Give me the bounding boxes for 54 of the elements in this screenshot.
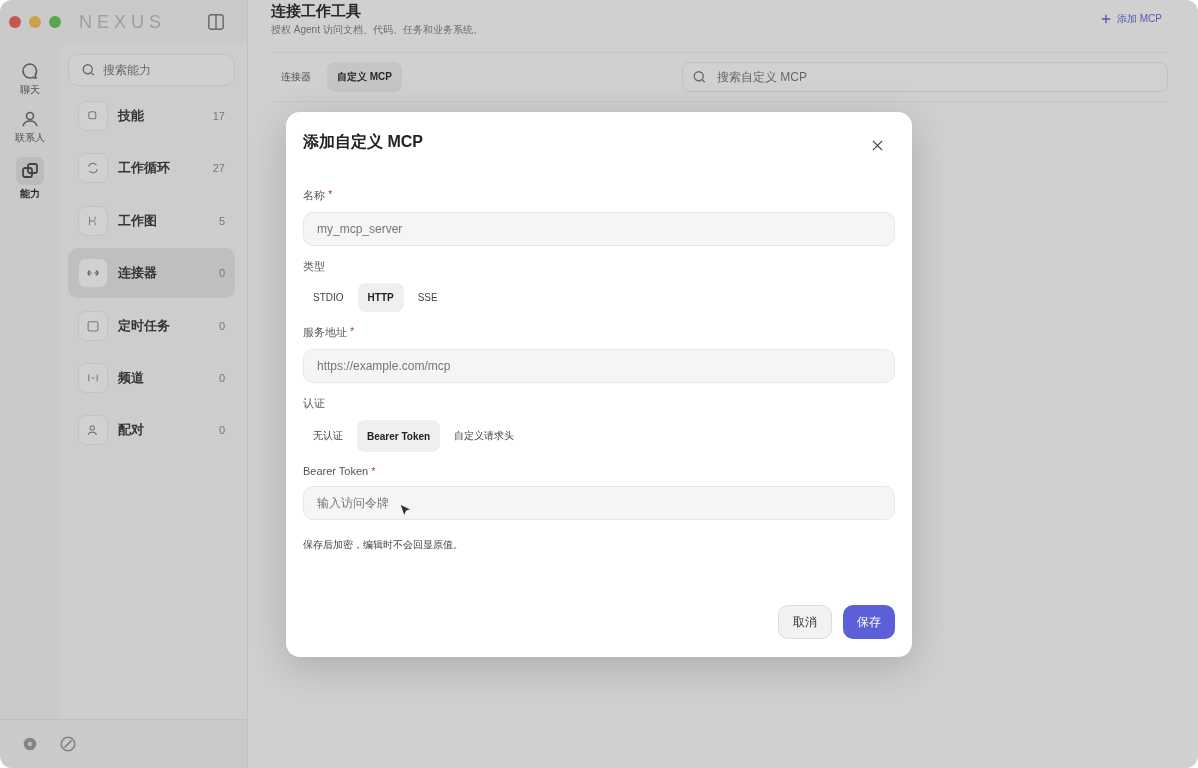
segment-option[interactable]: HTTP bbox=[357, 283, 404, 312]
page-subtitle: 授权 Agent 访问文档、代码、任务和业务系统。 bbox=[271, 22, 484, 37]
input-field[interactable]: 输入访问令牌 bbox=[303, 486, 895, 520]
rail-tab[interactable]: 能力 bbox=[3, 154, 57, 204]
input-field[interactable]: https://example.com/mcp bbox=[303, 349, 895, 383]
item-icon bbox=[86, 318, 100, 333]
save-button[interactable]: 保存 bbox=[843, 605, 895, 639]
required-mark: * bbox=[350, 325, 355, 339]
search-field[interactable]: 搜索自定义 MCP bbox=[682, 62, 1168, 92]
search-icon bbox=[692, 69, 707, 85]
rail-tab[interactable]: 联系人 bbox=[3, 106, 57, 148]
field-label: 名称 bbox=[303, 188, 325, 203]
item-icon bbox=[86, 161, 100, 176]
tab[interactable]: 自定义 MCP bbox=[327, 62, 402, 92]
dialog-title: 添加自定义 MCP bbox=[303, 132, 423, 152]
item-icon bbox=[86, 423, 100, 438]
sidebar-item[interactable]: 工作循环 27 bbox=[68, 143, 235, 194]
minimize-window-button[interactable] bbox=[29, 16, 41, 28]
required-mark: * bbox=[371, 465, 376, 477]
sidebar-item[interactable]: 定时任务 0 bbox=[68, 300, 235, 351]
add-mcp-button[interactable]: 添加 MCP bbox=[1095, 11, 1168, 27]
close-icon[interactable] bbox=[872, 140, 883, 151]
segment-option[interactable]: Bearer Token bbox=[357, 420, 441, 452]
required-mark: * bbox=[328, 188, 333, 202]
field-label: 认证 bbox=[303, 396, 325, 411]
segment-option[interactable]: 无认证 bbox=[303, 420, 353, 452]
mouse-cursor-icon bbox=[399, 503, 412, 518]
sidebar-toggle-icon[interactable] bbox=[207, 13, 225, 31]
page-title: 连接工作工具 bbox=[271, 1, 362, 21]
sidebar-item[interactable]: 连接器 0 bbox=[68, 248, 235, 299]
plus-icon bbox=[1101, 14, 1111, 24]
zoom-window-button[interactable] bbox=[49, 16, 61, 28]
sidebar-item[interactable]: 配对 0 bbox=[68, 405, 235, 456]
input-field[interactable]: my_mcp_server bbox=[303, 212, 895, 246]
rail-tab[interactable]: 聊天 bbox=[3, 58, 57, 100]
close-window-button[interactable] bbox=[9, 16, 21, 28]
overlapping-squares-icon bbox=[16, 157, 44, 185]
cancel-button[interactable]: 取消 bbox=[778, 605, 832, 639]
field-label: 服务地址 bbox=[303, 325, 347, 340]
tab[interactable]: 连接器 bbox=[271, 62, 321, 92]
help-text: 保存后加密，编辑时不会回显原值。 bbox=[303, 538, 464, 552]
field-label: 类型 bbox=[303, 259, 325, 274]
segment-option[interactable]: 自定义请求头 bbox=[444, 420, 525, 452]
search-icon bbox=[81, 62, 96, 78]
search-field[interactable]: 搜索能力 bbox=[68, 54, 235, 86]
field-label: Bearer Token bbox=[303, 465, 369, 477]
person-icon bbox=[20, 109, 40, 129]
sidebar-item[interactable]: 工作图 5 bbox=[68, 195, 235, 246]
segment-option[interactable]: STDIO bbox=[303, 283, 354, 312]
settings-icon[interactable] bbox=[21, 735, 39, 753]
sidebar-item[interactable]: 技能 17 bbox=[68, 91, 235, 141]
segment-option[interactable]: SSE bbox=[407, 283, 448, 312]
chat-bubble-icon bbox=[20, 61, 40, 81]
sidebar-item[interactable]: 频道 0 bbox=[68, 352, 235, 403]
